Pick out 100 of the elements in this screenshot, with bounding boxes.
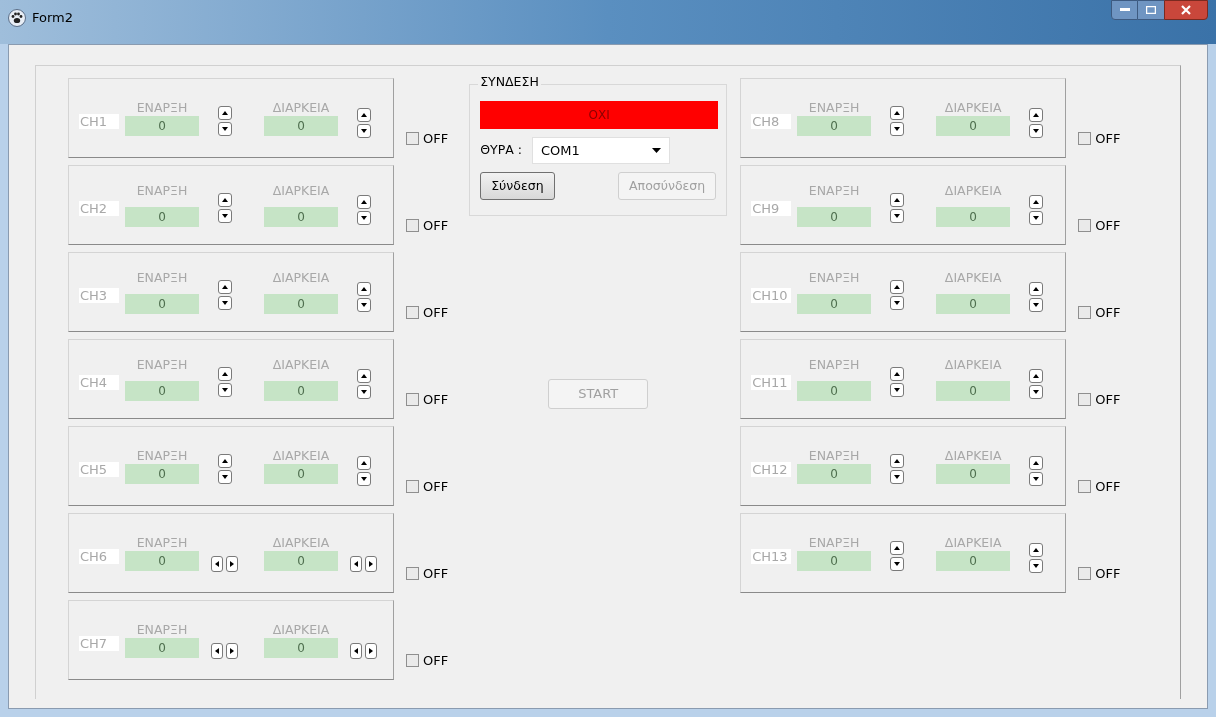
start-value-field[interactable]: 0: [797, 380, 872, 401]
minimize-button[interactable]: [1111, 0, 1138, 20]
off-checkbox[interactable]: OFF: [406, 128, 449, 148]
spin-down-button[interactable]: [356, 124, 371, 138]
duration-value-field[interactable]: 0: [264, 463, 338, 484]
spin-up-button[interactable]: [217, 454, 232, 468]
spin-left-button[interactable]: [350, 556, 362, 572]
spin-down-button[interactable]: [889, 296, 904, 310]
duration-value-field[interactable]: 0: [936, 463, 1011, 484]
spin-up-button[interactable]: [356, 108, 371, 122]
spin-up-button[interactable]: [217, 280, 232, 294]
off-checkbox[interactable]: OFF: [1078, 563, 1121, 583]
start-value-field[interactable]: 0: [125, 550, 199, 571]
spin-right-button[interactable]: [365, 556, 377, 572]
spin-up-button[interactable]: [356, 195, 371, 209]
duration-label: ΔΙΑΡΚΕΙΑ: [944, 357, 1002, 373]
off-checkbox[interactable]: OFF: [406, 215, 449, 235]
off-checkbox[interactable]: OFF: [406, 650, 449, 670]
spin-up-button[interactable]: [356, 456, 371, 470]
maximize-button[interactable]: [1138, 0, 1164, 20]
spin-up-button[interactable]: [217, 106, 232, 120]
connection-button[interactable]: Σύνδεση: [480, 172, 555, 200]
spin-up-button[interactable]: [889, 454, 904, 468]
caret-icon: [651, 148, 661, 153]
spin-up-button[interactable]: [889, 367, 904, 381]
off-checkbox[interactable]: OFF: [406, 302, 449, 322]
spin-down-button[interactable]: [217, 383, 232, 397]
off-checkbox[interactable]: OFF: [1078, 215, 1121, 235]
spin-left-button[interactable]: [350, 643, 362, 659]
duration-value-field[interactable]: 0: [936, 550, 1011, 571]
duration-value-field[interactable]: 0: [936, 380, 1011, 401]
spin-right-button[interactable]: [226, 643, 238, 659]
spin-left-button[interactable]: [211, 643, 223, 659]
spin-up-button[interactable]: [1028, 543, 1043, 557]
start-value-field[interactable]: 0: [125, 380, 199, 401]
off-checkbox[interactable]: OFF: [406, 389, 449, 409]
spin-down-button[interactable]: [217, 296, 232, 310]
port-dropdown[interactable]: COM1: [531, 137, 670, 164]
duration-value-field[interactable]: 0: [264, 293, 338, 314]
start-value-field[interactable]: 0: [125, 463, 199, 484]
spin-down-button[interactable]: [356, 211, 371, 225]
spin-up-button[interactable]: [217, 367, 232, 381]
spin-down-button[interactable]: [217, 209, 232, 223]
spin-down-button[interactable]: [889, 122, 904, 136]
duration-value-field[interactable]: 0: [936, 293, 1011, 314]
start-value-field[interactable]: 0: [797, 115, 872, 136]
spin-up-button[interactable]: [356, 282, 371, 296]
start-value-field[interactable]: 0: [797, 550, 872, 571]
start-value-field[interactable]: 0: [125, 115, 199, 136]
spin-down-button[interactable]: [889, 383, 904, 397]
duration-value-field[interactable]: 0: [264, 550, 338, 571]
start-value-field[interactable]: 0: [125, 206, 199, 227]
start-value-field[interactable]: 0: [797, 463, 872, 484]
start-value-field[interactable]: 0: [125, 293, 199, 314]
off-checkbox[interactable]: OFF: [406, 563, 449, 583]
spin-up-button[interactable]: [889, 541, 904, 555]
spin-down-button[interactable]: [1028, 385, 1043, 399]
spin-up-button[interactable]: [1028, 369, 1043, 383]
off-checkbox[interactable]: OFF: [406, 476, 449, 496]
spin-down-button[interactable]: [889, 470, 904, 484]
spin-down-button[interactable]: [356, 298, 371, 312]
start-value-field[interactable]: 0: [797, 293, 872, 314]
spin-up-button[interactable]: [356, 369, 371, 383]
spin-right-button[interactable]: [365, 643, 377, 659]
spin-up-button[interactable]: [217, 193, 232, 207]
off-checkbox[interactable]: OFF: [1078, 128, 1121, 148]
spin-left-button[interactable]: [211, 556, 223, 572]
duration-value-field[interactable]: 0: [936, 206, 1011, 227]
start-value-field[interactable]: 0: [797, 206, 872, 227]
off-checkbox[interactable]: OFF: [1078, 389, 1121, 409]
status-indicator: ΟΧΙ: [480, 101, 719, 129]
spin-up-button[interactable]: [889, 106, 904, 120]
start-value-field[interactable]: 0: [125, 637, 199, 658]
duration-value-field[interactable]: 0: [264, 115, 338, 136]
duration-value-field[interactable]: 0: [264, 380, 338, 401]
off-checkbox[interactable]: OFF: [1078, 302, 1121, 322]
spin-right-button[interactable]: [226, 556, 238, 572]
spin-down-button[interactable]: [1028, 559, 1043, 573]
spin-up-button[interactable]: [1028, 195, 1043, 209]
spin-up-button[interactable]: [1028, 456, 1043, 470]
spin-down-button[interactable]: [217, 470, 232, 484]
spin-down-button[interactable]: [217, 122, 232, 136]
spin-down-button[interactable]: [889, 209, 904, 223]
duration-value-field[interactable]: 0: [936, 115, 1011, 136]
spin-down-button[interactable]: [1028, 211, 1043, 225]
spin-down-button[interactable]: [356, 385, 371, 399]
close-button[interactable]: [1164, 0, 1208, 20]
spin-down-button[interactable]: [1028, 298, 1043, 312]
spin-up-button[interactable]: [889, 280, 904, 294]
spin-up-button[interactable]: [1028, 108, 1043, 122]
spin-down-button[interactable]: [356, 472, 371, 486]
spin-up-button[interactable]: [889, 193, 904, 207]
spin-up-button[interactable]: [1028, 282, 1043, 296]
duration-value-field[interactable]: 0: [264, 637, 338, 658]
start-label: ΕΝΑΡΞΗ: [808, 270, 860, 286]
spin-down-button[interactable]: [1028, 472, 1043, 486]
spin-down-button[interactable]: [889, 557, 904, 571]
spin-down-button[interactable]: [1028, 124, 1043, 138]
duration-value-field[interactable]: 0: [264, 206, 338, 227]
off-checkbox[interactable]: OFF: [1078, 476, 1121, 496]
